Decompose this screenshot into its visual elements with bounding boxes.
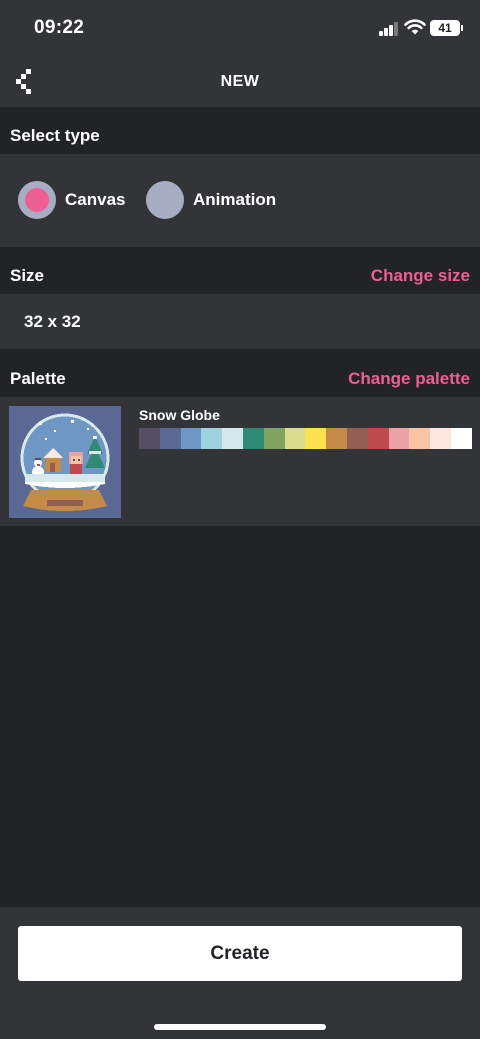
palette-swatch xyxy=(388,428,410,449)
status-bar: 09:22 41 xyxy=(0,0,480,56)
size-panel[interactable]: 32 x 32 xyxy=(0,294,480,349)
size-title: Size xyxy=(10,266,45,285)
palette-swatch xyxy=(201,428,223,449)
palette-swatch xyxy=(159,428,181,449)
palette-swatch xyxy=(346,428,368,449)
palette-swatch xyxy=(409,428,431,449)
select-type-header: Select type xyxy=(0,107,480,154)
select-type-panel: Canvas Animation xyxy=(0,154,480,247)
palette-swatch xyxy=(367,428,389,449)
select-type-title: Select type xyxy=(10,126,100,145)
palette-swatch xyxy=(284,428,306,449)
size-header: Size Change size xyxy=(0,247,480,294)
palette-name: Snow Globe xyxy=(139,407,220,423)
battery-icon: 41 xyxy=(430,20,463,36)
radio-circle xyxy=(146,181,184,219)
palette-title: Palette xyxy=(10,369,66,388)
bottom-bar: Create xyxy=(0,907,480,1039)
palette-swatch xyxy=(326,428,347,449)
palette-swatch xyxy=(450,428,472,449)
snow-globe-thumbnail xyxy=(9,406,121,518)
home-indicator xyxy=(154,1024,326,1030)
palette-swatch xyxy=(430,428,451,449)
radio-selected-dot xyxy=(25,188,49,212)
palette-swatch xyxy=(222,428,243,449)
nav-bar: NEW xyxy=(0,56,480,107)
palette-swatch xyxy=(305,428,327,449)
palette-swatches xyxy=(139,428,472,449)
palette-header: Palette Change palette xyxy=(0,349,480,397)
palette-swatch xyxy=(263,428,285,449)
change-palette-link[interactable]: Change palette xyxy=(348,369,470,389)
size-value: 32 x 32 xyxy=(24,312,81,331)
palette-panel[interactable]: Snow Globe xyxy=(0,397,480,526)
status-time: 09:22 xyxy=(34,17,85,38)
page-title: NEW xyxy=(220,73,260,90)
radio-circle xyxy=(18,181,56,219)
wifi-icon xyxy=(404,19,426,35)
radio-animation-label: Animation xyxy=(193,190,277,209)
change-size-link[interactable]: Change size xyxy=(371,266,470,286)
radio-canvas-label: Canvas xyxy=(65,190,126,209)
palette-swatch xyxy=(242,428,264,449)
create-button[interactable]: Create xyxy=(18,926,462,981)
palette-swatch xyxy=(180,428,202,449)
cellular-signal-icon xyxy=(379,22,399,36)
palette-swatch xyxy=(139,428,160,449)
